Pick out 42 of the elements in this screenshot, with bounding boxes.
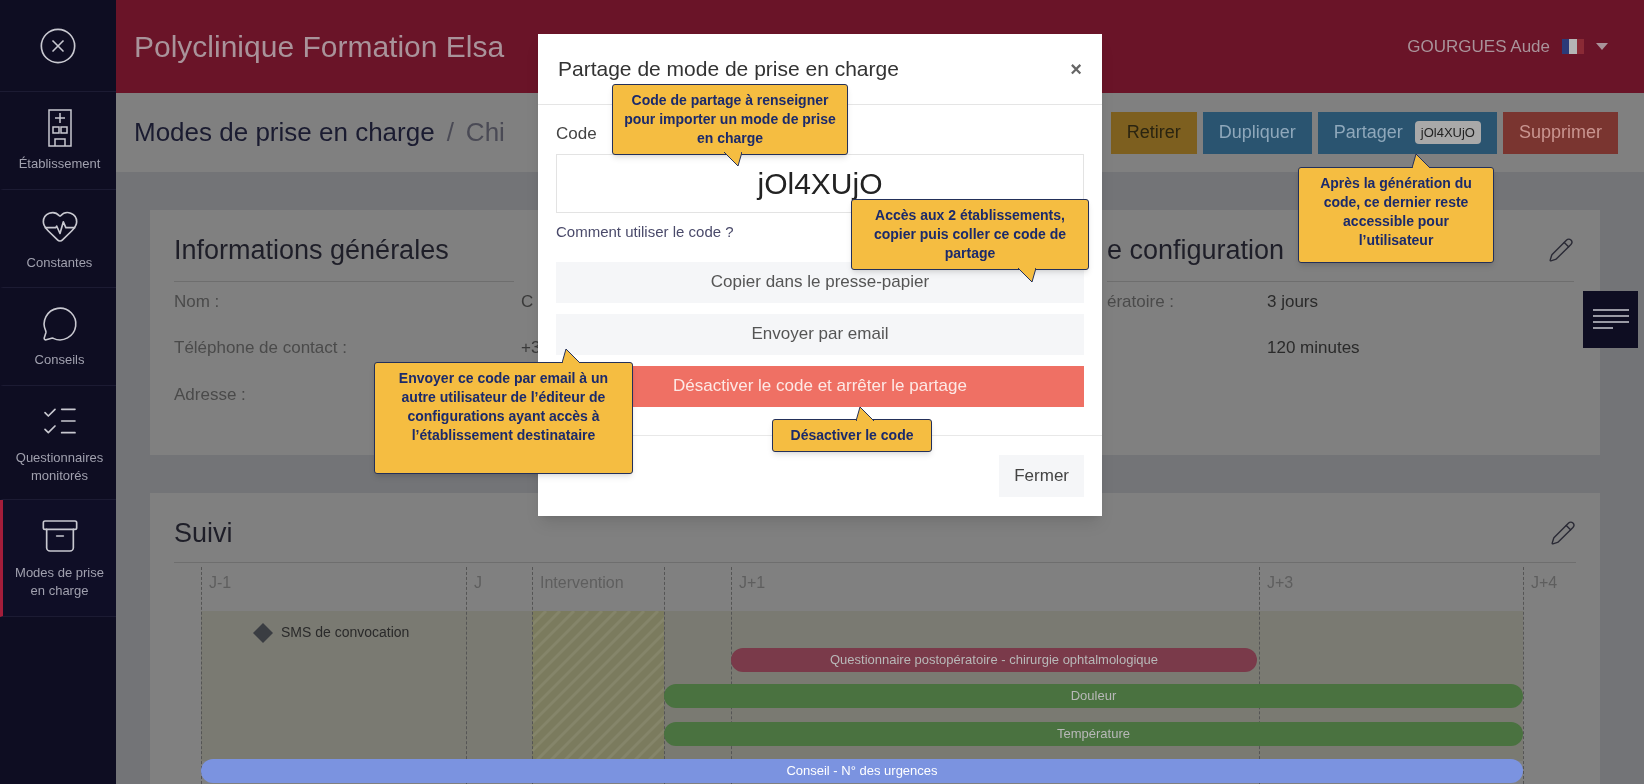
callout: Code de partage à renseigner pour importer un mode de prise en charge (612, 84, 848, 155)
breadcrumb-link[interactable]: Modes de prise en charge (134, 113, 435, 152)
callout-pointer (724, 152, 742, 167)
speech-bubble-icon (40, 304, 79, 343)
section-title: Informations générales (174, 230, 514, 282)
close-dialog-button[interactable]: Fermer (999, 455, 1084, 497)
callout-pointer (562, 348, 580, 363)
edit-icon[interactable] (1548, 237, 1574, 264)
building-icon (47, 108, 72, 147)
sidebar-item[interactable]: Modes de prise en charge (0, 500, 116, 617)
callout-pointer (1412, 153, 1430, 168)
user-name[interactable]: GOURGUES Aude (1407, 33, 1550, 60)
code-badge: jOl4XUjO (1414, 120, 1481, 145)
dialog-action-button[interactable]: Envoyer par email (556, 313, 1084, 355)
action-button[interactable]: Supprimer (1502, 111, 1618, 154)
app-title: Polyclinique Formation Elsa (134, 29, 505, 65)
edit-icon[interactable] (1550, 520, 1576, 547)
callout: Accès aux 2 établissements, copier puis coller ce code de partage (851, 199, 1089, 270)
callout: Envoyer ce code par email à un autre utilisateur de l’éditeur de configurations ayant accès à l’établissement destinataire (374, 362, 633, 474)
diamond-icon (253, 622, 273, 643)
section-title: e configuration (1107, 234, 1285, 267)
help-link[interactable]: Comment utiliser le code ? (556, 221, 734, 244)
code-label: Code (556, 123, 597, 145)
menu-button[interactable] (1583, 291, 1638, 348)
action-button[interactable]: Partager jOl4XUjO (1317, 111, 1497, 154)
sidebar-item[interactable]: Constantes (0, 190, 116, 288)
breadcrumb-separator: / (446, 116, 454, 149)
sidebar-item[interactable]: Conseils (0, 288, 116, 386)
caret-icon[interactable] (1596, 43, 1608, 50)
menu-icon (1592, 308, 1629, 331)
close-button[interactable]: × (1070, 54, 1082, 84)
callout-pointer (1018, 268, 1036, 283)
timeline-bar[interactable]: Questionnaire postopératoire - chirurgie ophtalmologique (731, 648, 1257, 672)
field-value: 120 minutes (1267, 337, 1360, 359)
dialog-title: Partage de mode de prise en charge (558, 56, 899, 83)
flag-icon (1562, 39, 1584, 54)
callout: Après la génération du code, ce dernier reste accessible pour l’utilisateur (1298, 167, 1494, 263)
callout-pointer (856, 406, 874, 421)
milestone-label: SMS de convocation (281, 623, 410, 642)
field-value: 3 jours (1267, 290, 1319, 313)
field-value: C (521, 290, 534, 313)
section-title: Suivi (174, 517, 233, 550)
